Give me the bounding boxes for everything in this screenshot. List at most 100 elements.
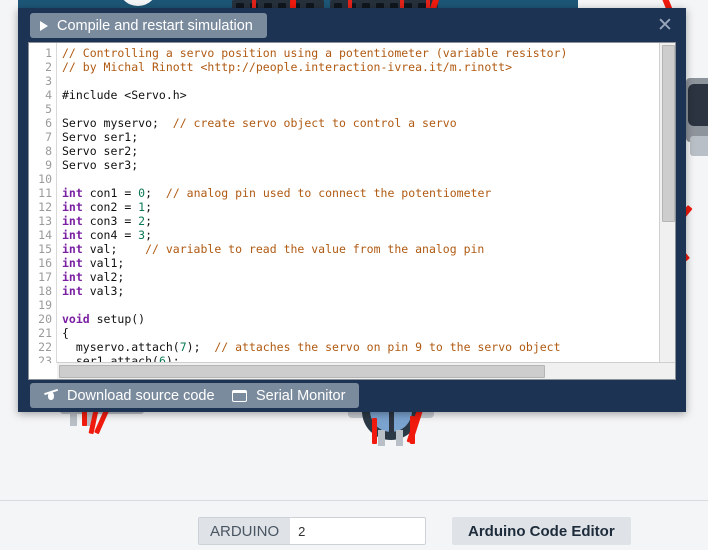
code-token: con2 = — [82, 200, 139, 214]
code-token: con1 = — [82, 186, 139, 200]
download-button-label: Download source code — [67, 387, 215, 404]
code-token: // analog pin used to connect the potent… — [165, 186, 492, 200]
line-number: 17 — [38, 270, 52, 284]
code-line: // Controlling a servo position using a … — [62, 46, 660, 60]
app-root: Compile and restart simulation ✕ 1234567… — [0, 0, 708, 550]
code-token: #include <Servo.h> — [62, 88, 187, 102]
download-source-code-button[interactable]: Download source code — [30, 383, 229, 408]
line-number: 3 — [45, 74, 52, 88]
code-token: Servo ser2; — [62, 144, 139, 158]
dialog-header: Compile and restart simulation ✕ — [18, 8, 686, 42]
line-number: 22 — [38, 340, 52, 354]
code-line: Servo ser1; — [62, 130, 660, 144]
code-token: int — [62, 242, 83, 256]
line-number: 21 — [38, 326, 52, 340]
line-number: 8 — [45, 144, 52, 158]
line-number: 1 — [45, 46, 52, 60]
code-token: // by Michal Rinott <http://people.inter… — [62, 60, 513, 74]
code-token: int — [62, 186, 83, 200]
code-line: Servo ser2; — [62, 144, 660, 158]
vertical-scrollbar[interactable] — [659, 43, 675, 363]
code-token: ); — [186, 340, 215, 354]
monitor-icon — [232, 389, 247, 402]
line-number: 6 — [45, 116, 52, 130]
bug-icon — [44, 390, 58, 402]
code-token: ; — [145, 200, 153, 214]
code-line: #include <Servo.h> — [62, 88, 660, 102]
arduino-field-group: ARDUINO — [198, 517, 483, 545]
code-token: // Controlling a servo position using a … — [62, 46, 568, 60]
code-token: Servo ser1; — [62, 130, 139, 144]
code-token: // attaches the servo on pin 9 to the se… — [214, 340, 561, 354]
code-token: int — [62, 200, 83, 214]
code-line: int con4 = 3; — [62, 228, 660, 242]
code-line: myservo.attach(7); // attaches the servo… — [62, 340, 660, 354]
code-token: int — [62, 270, 83, 284]
code-editor[interactable]: 1234567891011121314151617181920212223242… — [28, 42, 676, 380]
code-token: val; — [82, 242, 146, 256]
line-number: 12 — [38, 200, 52, 214]
code-token: myservo.attach( — [62, 340, 180, 354]
code-token: Servo ser3; — [62, 158, 139, 172]
code-viewport: 1234567891011121314151617181920212223242… — [29, 43, 660, 363]
line-number: 4 — [45, 88, 52, 102]
page-footer: ARDUINO Arduino Code Editor — [0, 500, 708, 550]
line-number: 10 — [38, 172, 52, 186]
dialog-footer: Download source code Serial Monitor — [18, 380, 686, 412]
line-number: 23 — [38, 354, 52, 363]
code-token: con4 = — [82, 228, 139, 242]
code-token: val2; — [82, 270, 125, 284]
code-token: setup() — [89, 312, 146, 326]
code-token: ; — [145, 214, 153, 228]
code-token: val3; — [82, 284, 125, 298]
code-token: ; — [145, 228, 153, 242]
code-token: // create servo object to control a serv… — [172, 116, 457, 130]
code-token: // variable to read the value from the a… — [145, 242, 485, 256]
line-number: 15 — [38, 242, 52, 256]
code-token: ; — [145, 186, 166, 200]
line-number: 14 — [38, 228, 52, 242]
code-token: 7 — [179, 340, 187, 354]
code-token: Servo myservo; — [62, 116, 173, 130]
code-editor-dialog: Compile and restart simulation ✕ 1234567… — [18, 8, 686, 412]
line-number: 7 — [45, 130, 52, 144]
code-line: Servo ser3; — [62, 158, 660, 172]
line-number: 16 — [38, 256, 52, 270]
line-number-gutter: 1234567891011121314151617181920212223242… — [29, 43, 57, 363]
horizontal-scrollbar-thumb[interactable] — [59, 365, 545, 378]
line-number: 19 — [38, 298, 52, 312]
code-line: int val1; — [62, 256, 660, 270]
line-number: 20 — [38, 312, 52, 326]
close-icon[interactable]: ✕ — [654, 14, 676, 36]
compile-button-label: Compile and restart simulation — [57, 17, 253, 34]
code-token: int — [62, 256, 83, 270]
line-number: 9 — [45, 158, 52, 172]
code-line: Servo myservo; // create servo object to… — [62, 116, 660, 130]
code-token: void — [62, 312, 90, 326]
line-number: 13 — [38, 214, 52, 228]
play-icon — [40, 20, 48, 31]
line-number: 18 — [38, 284, 52, 298]
horizontal-scrollbar[interactable] — [57, 362, 675, 379]
vertical-scrollbar-thumb[interactable] — [662, 45, 675, 222]
compile-and-restart-button[interactable]: Compile and restart simulation — [30, 13, 267, 38]
code-line: int val2; — [62, 270, 660, 284]
line-number: 2 — [45, 60, 52, 74]
arduino-code-editor-button[interactable]: Arduino Code Editor — [452, 517, 631, 545]
code-token: int — [62, 284, 83, 298]
code-line: { — [62, 326, 660, 340]
serial-monitor-button[interactable]: Serial Monitor — [218, 383, 360, 408]
code-token: con3 = — [82, 214, 139, 228]
arduino-label: ARDUINO — [199, 518, 291, 544]
code-line: // by Michal Rinott <http://people.inter… — [62, 60, 660, 74]
line-number: 5 — [45, 102, 52, 116]
code-token: int — [62, 214, 83, 228]
code-token: val1; — [82, 256, 125, 270]
code-content[interactable]: // Controlling a servo position using a … — [57, 43, 660, 363]
serial-button-label: Serial Monitor — [256, 387, 346, 404]
code-line: void setup() — [62, 312, 660, 326]
